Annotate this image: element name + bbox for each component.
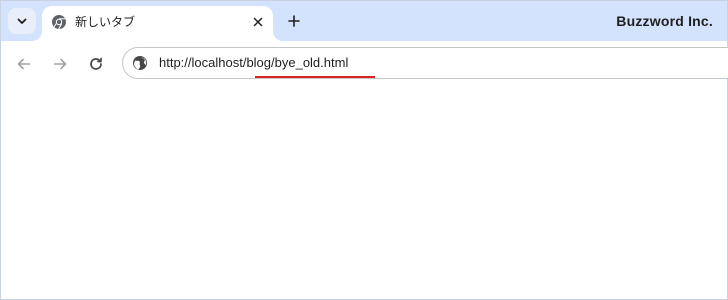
back-arrow-icon [17,58,31,70]
address-bar[interactable]: http://localhost/blog/bye_old.html [122,47,728,79]
tab-close-button[interactable] [248,12,268,32]
tab-active[interactable]: 新しいタブ [42,6,273,41]
brand-label: Buzzword Inc. [616,13,713,29]
reload-button[interactable] [84,52,108,76]
forward-button[interactable] [48,52,72,76]
plus-icon [288,15,300,27]
browser-window: 新しいタブ Buzzword Inc. http://localhost/blo… [0,0,728,300]
new-tab-button[interactable] [282,9,306,33]
forward-arrow-icon [53,58,67,70]
tab-title: 新しいタブ [75,15,136,29]
chrome-favicon-icon [52,15,66,30]
close-icon [253,17,263,27]
toolbar: http://localhost/blog/bye_old.html [1,41,728,87]
url-text[interactable]: http://localhost/blog/bye_old.html [159,55,348,71]
globe-icon[interactable] [132,55,148,71]
back-button[interactable] [12,52,36,76]
reload-icon [90,57,102,70]
tab-strip: 新しいタブ Buzzword Inc. [1,1,727,41]
annotation-underline [255,76,375,78]
chevron-down-icon [17,18,27,24]
page-content [1,87,727,299]
